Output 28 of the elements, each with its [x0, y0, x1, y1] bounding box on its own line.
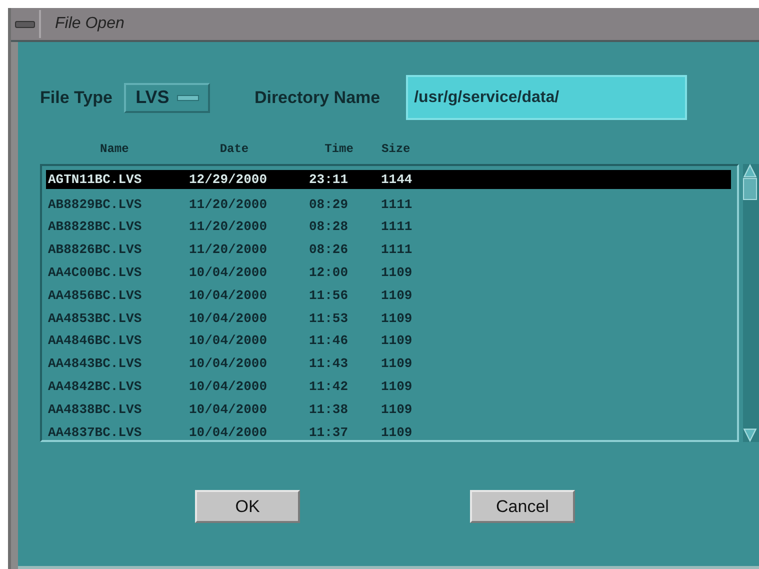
file-row[interactable]: AA4C00BC.LVS 10/04/2000 12:00 1109	[46, 261, 732, 284]
window-title: File Open	[55, 15, 124, 33]
file-row[interactable]: AA4842BC.LVS 10/04/2000 11:42 1109	[46, 375, 732, 398]
file-row[interactable]: AA4853BC.LVS 10/04/2000 11:53 1109	[46, 306, 732, 330]
column-header: Size	[381, 142, 410, 158]
directory-field[interactable]: /usr/g/service/data/	[406, 75, 688, 120]
file-row[interactable]: AB8828BC.LVS 11/20/2000 08:28 1111	[46, 216, 732, 238]
file-row[interactable]: AGTN11BC.LVS 12/29/2000 23:11 1144	[46, 170, 732, 189]
scroll-down-icon[interactable]	[743, 428, 758, 442]
dialog-button[interactable]: Cancel	[470, 490, 575, 523]
file-type-label: File Type	[40, 88, 112, 108]
column-header: Name	[100, 142, 129, 158]
file-type-menu[interactable]: LVS	[124, 82, 210, 112]
directory-name-label: Directory Name	[254, 88, 380, 108]
scroll-thumb[interactable]	[743, 178, 758, 200]
column-header: Time	[324, 142, 354, 158]
scroll-bar[interactable]	[743, 164, 759, 442]
file-row[interactable]: AB8829BC.LVS 11/20/2000 08:29 1111	[46, 192, 732, 216]
scroll-up-icon[interactable]	[743, 164, 758, 178]
column-header: Date	[220, 142, 249, 158]
dialog-button[interactable]: OK	[195, 490, 300, 523]
file-row[interactable]: AA4843BC.LVS 10/04/2000 11:43 1109	[46, 352, 732, 376]
option-indicator-icon	[177, 94, 200, 100]
file-row[interactable]: AB8826BC.LVS 11/20/2000 08:26 1111	[46, 238, 732, 262]
file-row[interactable]: AA4838BC.LVS 10/04/2000 11:38 1109	[46, 398, 732, 421]
file-row[interactable]: AA4846BC.LVS 10/04/2000 11:46 1109	[46, 330, 732, 352]
file-row[interactable]: AA4856BC.LVS 10/04/2000 11:56 1109	[46, 284, 732, 307]
file-row[interactable]: AA4837BC.LVS 10/04/2000 11:37 1109	[46, 420, 732, 444]
